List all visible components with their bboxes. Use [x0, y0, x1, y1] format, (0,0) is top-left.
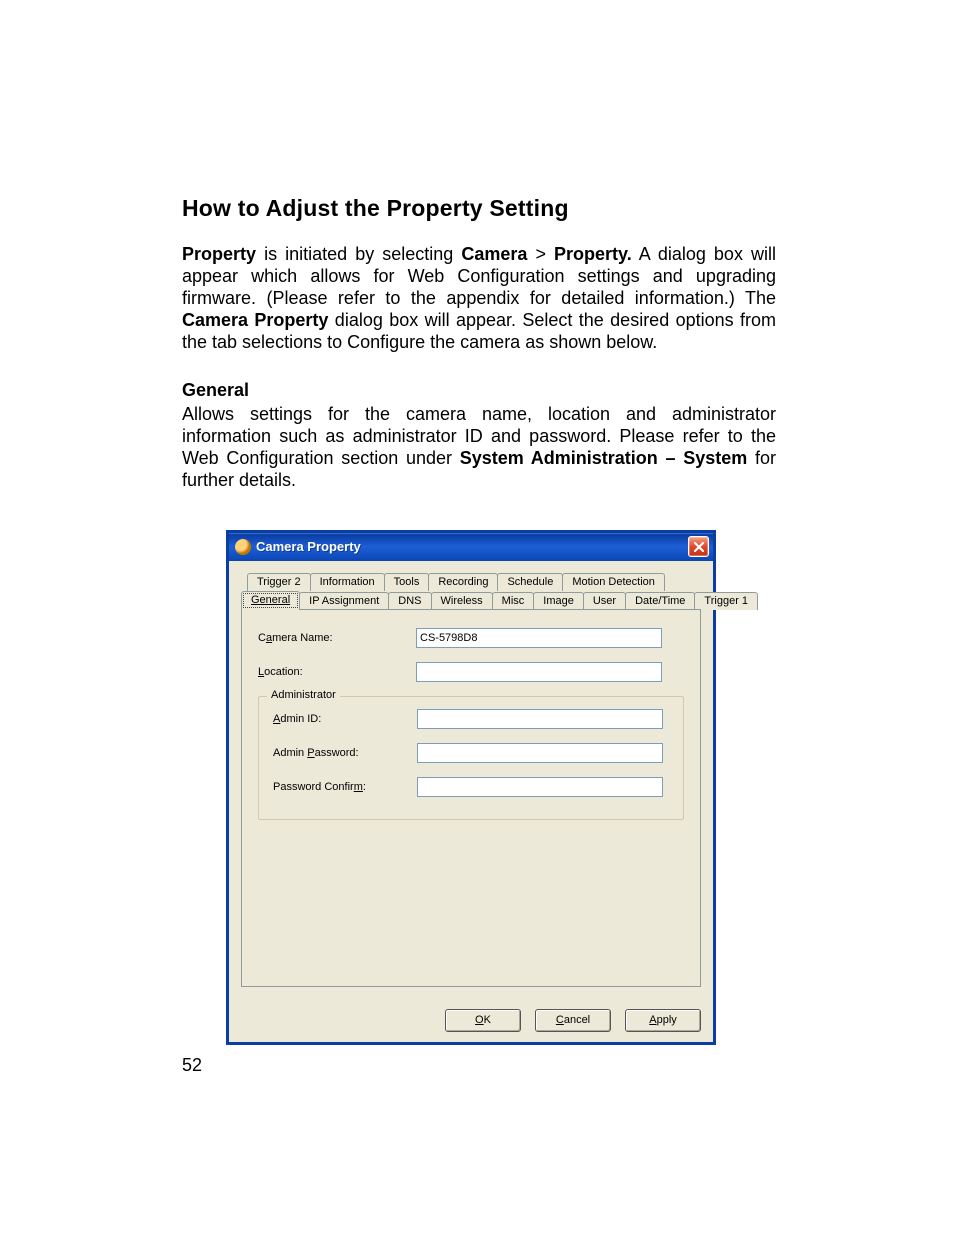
tab-user[interactable]: User [583, 592, 626, 610]
apply-button[interactable]: Apply [625, 1009, 701, 1032]
label-admin-password: Admin Password: [273, 747, 417, 759]
label-admin-id: Admin ID: [273, 713, 417, 725]
row-admin-id: Admin ID: [273, 709, 669, 729]
camera-property-dialog: Camera Property Trigger 2 Information To… [226, 530, 716, 1045]
input-password-confirm[interactable] [417, 777, 663, 797]
text: > [527, 244, 554, 264]
input-admin-password[interactable] [417, 743, 663, 763]
tab-label: General [251, 594, 290, 606]
text-bold: System Administration – System [460, 448, 748, 468]
label-location: Location: [258, 666, 416, 678]
input-admin-id[interactable] [417, 709, 663, 729]
text-bold: Camera Property [182, 310, 328, 330]
text: is initiated by selecting [256, 244, 461, 264]
label-camera-name: Camera Name: [258, 632, 416, 644]
tab-trigger-1[interactable]: Trigger 1 [694, 592, 758, 610]
tab-strip: Trigger 2 Information Tools Recording Sc… [241, 571, 701, 610]
tab-trigger-2[interactable]: Trigger 2 [247, 573, 311, 591]
input-location[interactable] [416, 662, 662, 682]
row-location: Location: [258, 662, 684, 682]
ok-button[interactable]: OK [445, 1009, 521, 1032]
tab-row-back: Trigger 2 Information Tools Recording Sc… [241, 571, 701, 591]
row-password-confirm: Password Confirm: [273, 777, 669, 797]
tab-date-time[interactable]: Date/Time [625, 592, 695, 610]
cancel-button[interactable]: Cancel [535, 1009, 611, 1032]
tab-information[interactable]: Information [310, 573, 385, 591]
tab-ip-assignment[interactable]: IP Assignment [299, 592, 389, 610]
window-title: Camera Property [256, 539, 688, 554]
label-password-confirm: Password Confirm: [273, 781, 417, 793]
tab-image[interactable]: Image [533, 592, 584, 610]
dialog-footer: OK Cancel Apply [229, 999, 713, 1042]
app-icon [235, 539, 251, 555]
page-heading: How to Adjust the Property Setting [182, 195, 776, 222]
paragraph-intro: Property is initiated by selecting Camer… [182, 244, 776, 354]
tab-motion-detection[interactable]: Motion Detection [562, 573, 665, 591]
row-camera-name: Camera Name: CS-5798D8 [258, 628, 684, 648]
tab-dns[interactable]: DNS [388, 592, 431, 610]
text-bold: Camera [461, 244, 527, 264]
tab-general[interactable]: General [241, 591, 300, 610]
close-button[interactable] [688, 536, 709, 557]
input-camera-name[interactable]: CS-5798D8 [416, 628, 662, 648]
tab-schedule[interactable]: Schedule [497, 573, 563, 591]
titlebar[interactable]: Camera Property [229, 533, 713, 561]
tab-row-front: General IP Assignment DNS Wireless Misc … [241, 590, 701, 610]
close-icon [693, 541, 705, 553]
row-admin-password: Admin Password: [273, 743, 669, 763]
subheading-general: General [182, 380, 776, 401]
dialog-client-area: Trigger 2 Information Tools Recording Sc… [229, 561, 713, 999]
group-administrator: Administrator Admin ID: Admin Password: [258, 696, 684, 820]
tab-recording[interactable]: Recording [428, 573, 498, 591]
tab-misc[interactable]: Misc [492, 592, 535, 610]
tab-tools[interactable]: Tools [384, 573, 430, 591]
group-legend: Administrator [267, 689, 340, 701]
text-bold: Property [182, 244, 256, 264]
text-bold: Property. [554, 244, 632, 264]
page-number: 52 [182, 1055, 202, 1076]
tab-wireless[interactable]: Wireless [431, 592, 493, 610]
paragraph-general: Allows settings for the camera name, loc… [182, 404, 776, 492]
tab-panel-general: Camera Name: CS-5798D8 Location: Adminis… [241, 609, 701, 987]
